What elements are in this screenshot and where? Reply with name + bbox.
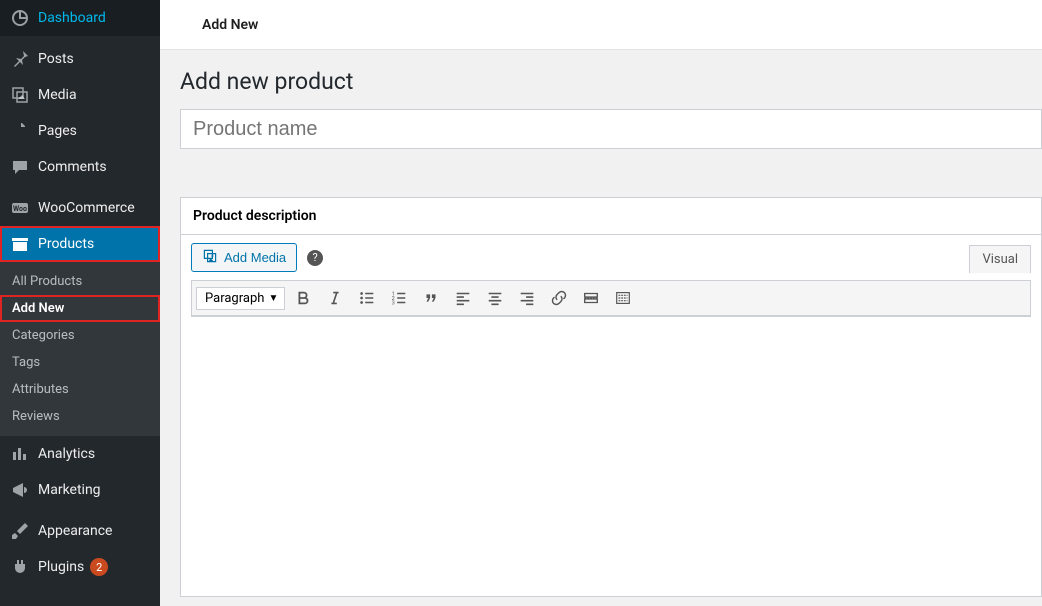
add-media-button[interactable]: Add Media xyxy=(191,243,297,272)
align-left-button[interactable] xyxy=(449,284,477,312)
sidebar-item-label: Dashboard xyxy=(38,10,106,26)
product-name-input[interactable] xyxy=(180,109,1042,149)
main-content: Add New Add new product Product descript… xyxy=(160,0,1042,606)
sidebar-item-label: Comments xyxy=(38,159,107,175)
sidebar-item-label: Media xyxy=(38,87,77,103)
submenu-add-new[interactable]: Add New xyxy=(0,295,160,322)
sidebar-item-label: Products xyxy=(38,236,94,252)
submenu-categories[interactable]: Categories xyxy=(0,322,160,349)
submenu-reviews[interactable]: Reviews xyxy=(0,403,160,430)
woocommerce-icon: Woo xyxy=(10,198,30,218)
read-more-button[interactable] xyxy=(577,284,605,312)
bold-button[interactable] xyxy=(289,284,317,312)
dashboard-icon xyxy=(10,8,30,28)
plugin-icon xyxy=(10,557,30,577)
sidebar-item-dashboard[interactable]: Dashboard xyxy=(0,0,160,36)
sidebar-item-products[interactable]: Products xyxy=(0,226,160,262)
sidebar-item-analytics[interactable]: Analytics xyxy=(0,436,160,472)
sidebar-item-plugins[interactable]: Plugins 2 xyxy=(0,549,160,585)
format-select-value: Paragraph xyxy=(205,291,264,306)
submenu-attributes[interactable]: Attributes xyxy=(0,376,160,403)
sidebar-item-label: Pages xyxy=(38,123,77,139)
sidebar-item-media[interactable]: Media xyxy=(0,77,160,113)
editor-panel-title: Product description xyxy=(181,198,1041,235)
chevron-down-icon: ▼ xyxy=(269,293,279,304)
sidebar-item-appearance[interactable]: Appearance xyxy=(0,513,160,549)
product-description-box: Product description Add Media ? Visual P… xyxy=(180,197,1042,597)
archive-icon xyxy=(10,234,30,254)
top-bar: Add New xyxy=(160,0,1042,50)
products-submenu: All Products Add New Categories Tags Att… xyxy=(0,262,160,436)
comments-icon xyxy=(10,157,30,177)
sidebar-item-label: Analytics xyxy=(38,446,95,462)
sidebar-item-label: Marketing xyxy=(38,482,101,498)
sidebar-item-label: Posts xyxy=(38,51,74,67)
product-description-editor[interactable] xyxy=(191,316,1031,586)
svg-text:3: 3 xyxy=(392,300,395,306)
brush-icon xyxy=(10,521,30,541)
plugins-update-badge: 2 xyxy=(90,558,108,576)
sidebar-item-label: WooCommerce xyxy=(38,200,135,216)
sidebar-item-posts[interactable]: Posts xyxy=(0,41,160,77)
help-icon[interactable]: ? xyxy=(307,250,323,266)
topbar-tab-add-new[interactable]: Add New xyxy=(180,17,258,33)
sidebar-item-comments[interactable]: Comments xyxy=(0,149,160,185)
toolbar-toggle-button[interactable] xyxy=(609,284,637,312)
media-icon xyxy=(202,248,218,267)
sidebar-item-marketing[interactable]: Marketing xyxy=(0,472,160,508)
editor-tab-visual[interactable]: Visual xyxy=(969,245,1031,273)
pages-icon xyxy=(10,121,30,141)
add-media-label: Add Media xyxy=(224,250,286,265)
link-button[interactable] xyxy=(545,284,573,312)
sidebar-item-label: Plugins xyxy=(38,559,84,575)
submenu-all-products[interactable]: All Products xyxy=(0,268,160,295)
align-right-button[interactable] xyxy=(513,284,541,312)
italic-button[interactable] xyxy=(321,284,349,312)
numbered-list-button[interactable]: 123 xyxy=(385,284,413,312)
sidebar-item-pages[interactable]: Pages xyxy=(0,113,160,149)
page-title: Add new product xyxy=(180,68,1042,95)
analytics-icon xyxy=(10,444,30,464)
blockquote-button[interactable] xyxy=(417,284,445,312)
sidebar-item-label: Appearance xyxy=(38,523,112,539)
media-icon xyxy=(10,85,30,105)
tinymce-toolbar: Paragraph ▼ 123 xyxy=(191,280,1031,316)
format-select[interactable]: Paragraph ▼ xyxy=(196,287,285,310)
pin-icon xyxy=(10,49,30,69)
align-center-button[interactable] xyxy=(481,284,509,312)
megaphone-icon xyxy=(10,480,30,500)
sidebar-item-woocommerce[interactable]: Woo WooCommerce xyxy=(0,190,160,226)
bulleted-list-button[interactable] xyxy=(353,284,381,312)
admin-sidebar: Dashboard Posts Media Pages Comments Woo… xyxy=(0,0,160,606)
submenu-tags[interactable]: Tags xyxy=(0,349,160,376)
svg-text:Woo: Woo xyxy=(13,205,27,213)
